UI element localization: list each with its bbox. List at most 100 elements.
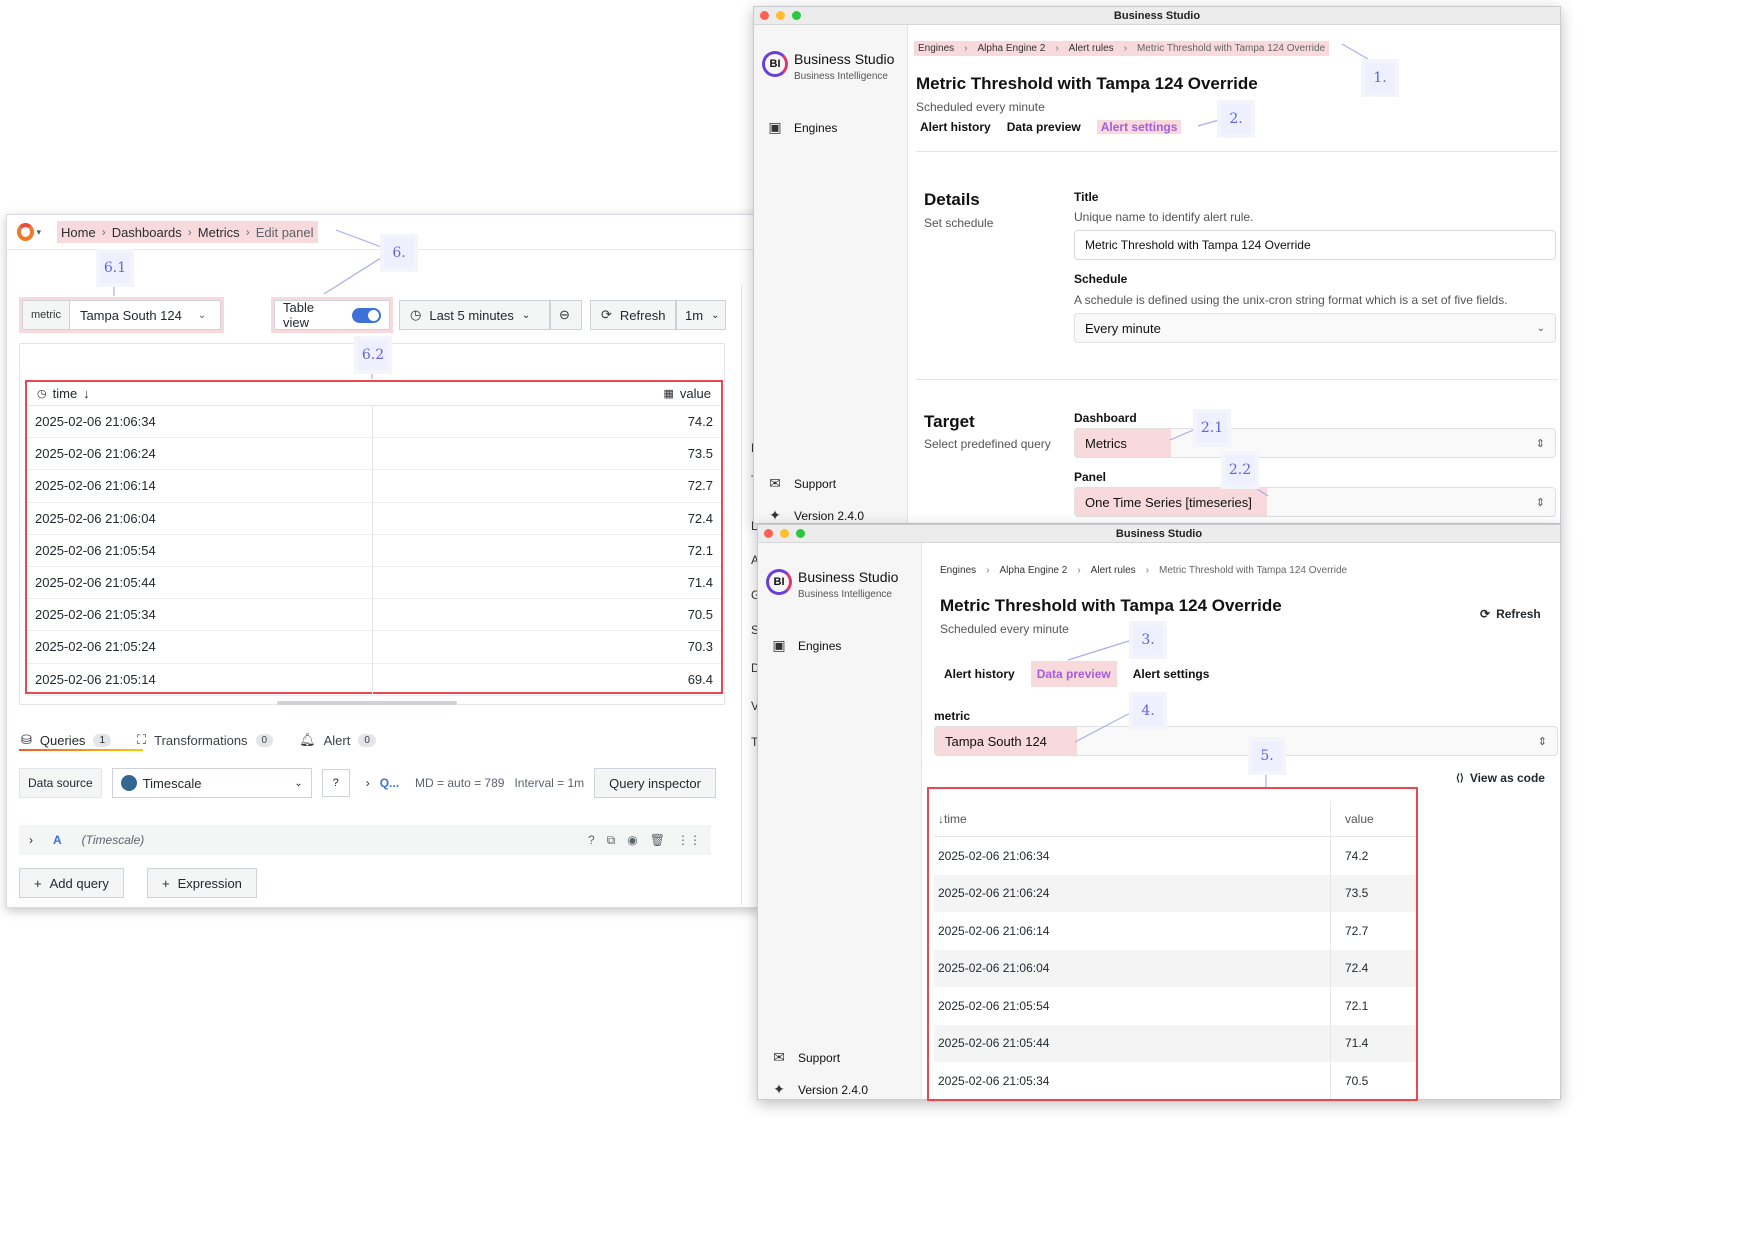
minimize-window-button[interactable] bbox=[780, 529, 789, 538]
breadcrumb-alert-rules[interactable]: Alert rules bbox=[1091, 565, 1136, 576]
callout-3: 3. bbox=[1133, 625, 1163, 655]
tab-count-badge: 1 bbox=[93, 733, 111, 747]
tab-data-preview[interactable]: Data preview bbox=[1030, 661, 1117, 687]
tab-alert-settings[interactable]: Alert settings bbox=[1096, 120, 1182, 134]
tab-alert-settings[interactable]: Alert settings bbox=[1133, 667, 1210, 681]
add-query-button[interactable]: + Add query bbox=[19, 868, 124, 898]
window-title: Business Studio bbox=[1113, 9, 1201, 22]
cell-time: 2025-02-06 21:05:24 bbox=[27, 631, 373, 663]
zoom-window-button[interactable] bbox=[796, 529, 805, 538]
sparkle-icon: ✦ bbox=[769, 507, 781, 523]
zoom-out-button[interactable]: ⊖ bbox=[550, 300, 582, 330]
breadcrumb-metrics[interactable]: Metrics bbox=[198, 225, 240, 240]
tab-data-preview[interactable]: Data preview bbox=[1007, 120, 1081, 134]
horizontal-scrollbar[interactable] bbox=[277, 701, 457, 705]
eye-icon[interactable]: ◉ bbox=[627, 833, 637, 848]
sort-down-icon: ↓ bbox=[83, 386, 90, 401]
refresh-button[interactable]: ⟳ Refresh bbox=[590, 300, 676, 330]
chevron-right-icon[interactable]: › bbox=[29, 833, 33, 847]
grafana-logo-menu[interactable]: ▾ bbox=[17, 221, 41, 243]
table-row: 2025-02-06 21:06:14 72.7 bbox=[27, 470, 721, 503]
chevron-right-icon[interactable]: › bbox=[366, 776, 370, 790]
active-tab-underline bbox=[19, 749, 143, 751]
table-row: 2025-02-06 21:06:34 74.2 bbox=[27, 406, 721, 439]
breadcrumb-engines[interactable]: Engines bbox=[918, 43, 954, 54]
table-row: 2025-02-06 21:05:24 70.3 bbox=[27, 631, 721, 664]
callout-2: 2. bbox=[1221, 104, 1251, 134]
breadcrumb-separator-icon: › bbox=[245, 225, 250, 239]
trash-icon[interactable]: 🗑︎ bbox=[650, 833, 665, 848]
section-divider bbox=[916, 379, 1558, 380]
breadcrumb-separator-icon: › bbox=[187, 225, 192, 239]
refresh-button[interactable]: ⟳ Refresh bbox=[1480, 607, 1541, 621]
breadcrumb-engines[interactable]: Engines bbox=[940, 565, 976, 576]
table-view-toggle-control[interactable]: Table view bbox=[274, 300, 390, 330]
table-view-label: Table view bbox=[283, 300, 315, 330]
sidebar-item-engines[interactable]: ▣ Engines bbox=[768, 119, 837, 136]
data-source-select[interactable]: Timescale ⌄ bbox=[111, 768, 312, 798]
breadcrumb-separator-icon: › bbox=[1145, 565, 1150, 576]
tabs-divider bbox=[916, 151, 1558, 152]
metric-select[interactable]: Tampa South 124 ⇕ bbox=[934, 726, 1558, 756]
version-label: Version 2.4.0 bbox=[794, 508, 865, 523]
cell-value: 69.4 bbox=[687, 671, 713, 687]
minimize-window-button[interactable] bbox=[776, 11, 785, 20]
duplicate-icon[interactable]: ⧉ bbox=[607, 833, 616, 848]
tab-alert-history[interactable]: Alert history bbox=[944, 667, 1015, 681]
breadcrumb-separator-icon: › bbox=[986, 565, 990, 576]
cell-value: 74.2 bbox=[687, 414, 713, 430]
sidebar-item-support[interactable]: ✉ Support bbox=[772, 1049, 840, 1066]
query-inspector-button[interactable]: Query inspector bbox=[594, 768, 716, 798]
cell-time: 2025-02-06 21:05:14 bbox=[27, 663, 373, 695]
table-view-toggle[interactable] bbox=[351, 307, 381, 323]
postgres-icon bbox=[120, 775, 137, 791]
refresh-icon: ⟳ bbox=[601, 307, 612, 322]
time-range-picker[interactable]: ◷ Last 5 minutes ⌄ bbox=[399, 300, 550, 330]
breadcrumb-current: Metric Threshold with Tampa 124 Override bbox=[1137, 43, 1326, 54]
close-window-button[interactable] bbox=[760, 11, 769, 20]
query-options-link[interactable]: Q... bbox=[380, 776, 399, 790]
tab-queries[interactable]: ⛁ Queries 1 bbox=[21, 732, 111, 748]
version-info: ✦ Version 2.4.0 bbox=[768, 507, 865, 523]
tab-alert[interactable]: 🔔︎ Alert 0 bbox=[299, 732, 376, 748]
column-header-time[interactable]: time bbox=[53, 386, 78, 401]
metric-variable-selector[interactable]: metric Tampa South 124 ⌄ bbox=[22, 300, 221, 330]
panel-select[interactable]: One Time Series [timeseries] ⇕ bbox=[1074, 487, 1556, 517]
table-header: ◷ time ↓ ▦ value bbox=[27, 382, 721, 406]
cell-time: 2025-02-06 21:06:34 bbox=[27, 406, 373, 438]
zoom-window-button[interactable] bbox=[792, 11, 801, 20]
refresh-interval-picker[interactable]: 1m ⌄ bbox=[676, 300, 726, 330]
query-row-a[interactable]: › A (Timescale) ? ⧉ ◉ 🗑︎ ⋮⋮ bbox=[19, 825, 711, 855]
column-header-value[interactable]: value bbox=[680, 386, 711, 401]
breadcrumb-home[interactable]: Home bbox=[61, 225, 96, 240]
breadcrumb-engine[interactable]: Alpha Engine 2 bbox=[977, 43, 1045, 54]
sidebar: BI Business Studio Business Intelligence… bbox=[758, 543, 922, 1099]
mail-icon: ✉ bbox=[769, 475, 781, 491]
callout-2-1: 2.1 bbox=[1197, 413, 1227, 443]
dashboard-select[interactable]: Metrics ⇕ bbox=[1074, 428, 1556, 458]
tab-alert-history[interactable]: Alert history bbox=[920, 120, 991, 134]
close-window-button[interactable] bbox=[764, 529, 773, 538]
add-expression-button[interactable]: + Expression bbox=[147, 868, 257, 898]
breadcrumb-edit-panel: Edit panel bbox=[255, 224, 314, 240]
view-as-code-button[interactable]: ⟨⟩ View as code bbox=[1456, 771, 1545, 785]
table-view-highlight: Table view bbox=[271, 297, 393, 333]
drag-handle-icon[interactable]: ⋮⋮ bbox=[677, 833, 701, 848]
tab-count-badge: 0 bbox=[358, 733, 376, 747]
cell-value: 70.5 bbox=[687, 607, 713, 623]
schedule-select[interactable]: Every minute ⌄ bbox=[1074, 313, 1556, 343]
grafana-logo-icon bbox=[17, 223, 35, 241]
cell-value: 70.3 bbox=[687, 639, 713, 655]
breadcrumb-alert-rules[interactable]: Alert rules bbox=[1069, 43, 1114, 54]
title-input[interactable]: Metric Threshold with Tampa 124 Override bbox=[1074, 230, 1556, 260]
sidebar-item-support[interactable]: ✉ Support bbox=[768, 475, 836, 492]
help-button[interactable]: ? bbox=[321, 769, 350, 797]
bi-logo-icon: BI bbox=[766, 569, 792, 595]
sidebar-item-engines[interactable]: ▣ Engines bbox=[772, 637, 841, 654]
chip-icon: ▣ bbox=[768, 119, 782, 135]
breadcrumb-dashboards[interactable]: Dashboards bbox=[112, 225, 182, 240]
cell-time: 2025-02-06 21:05:54 bbox=[27, 534, 373, 566]
breadcrumb-engine[interactable]: Alpha Engine 2 bbox=[999, 565, 1067, 576]
help-icon[interactable]: ? bbox=[588, 833, 595, 848]
tab-transformations[interactable]: ⛶ Transformations 0 bbox=[137, 732, 274, 748]
